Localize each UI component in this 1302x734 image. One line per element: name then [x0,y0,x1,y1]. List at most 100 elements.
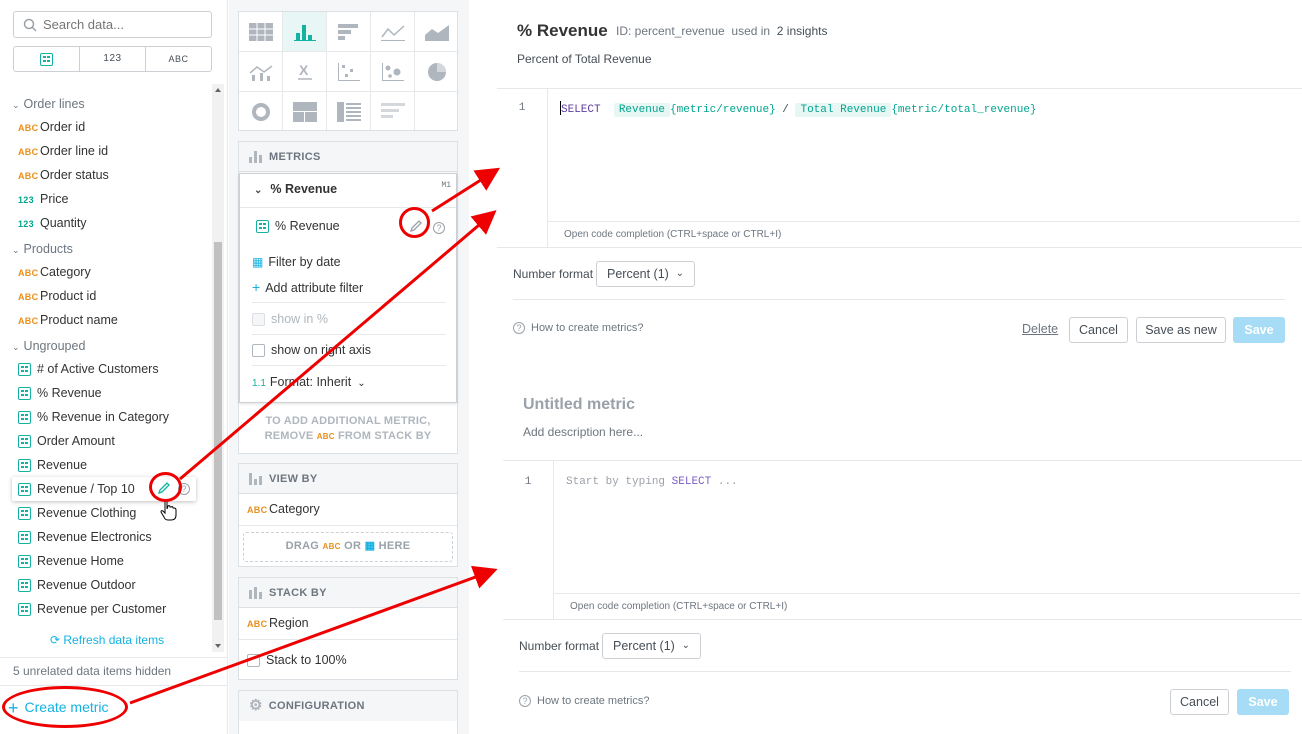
svg-text:X: X [299,63,309,78]
list-item[interactable]: Revenue / Top 10 [18,479,135,499]
view-by-icon [249,473,263,486]
metric-icon [18,459,31,473]
help-icon[interactable]: ? [433,222,445,234]
view-by-item[interactable]: ABC Category [247,502,320,516]
list-item[interactable]: ABC Category [18,262,91,282]
metric-icon [18,387,31,401]
scatter-chart-icon[interactable] [327,52,371,92]
filter-text-tab[interactable]: ABC [146,47,211,71]
filter-all-tab[interactable] [14,47,80,71]
group-products[interactable]: ⌄ Products [12,240,73,258]
fact-type-icon: 123 [18,195,34,205]
show-on-right-axis-checkbox[interactable]: show on right axis [252,343,371,358]
chevron-down-icon: ⌄ [675,268,684,279]
filter-numbers-tab[interactable]: 123 [80,47,146,71]
item-label: Order line id [40,144,109,158]
metric-title-input[interactable]: Untitled metric [523,396,635,414]
cancel-button[interactable]: Cancel [1069,317,1128,343]
metric-item[interactable]: % Revenue [256,219,340,234]
metric-title: % Revenue [517,21,608,40]
metric-icon [18,555,31,569]
headline-icon[interactable]: X [283,52,327,92]
scroll-up-arrow[interactable] [215,88,221,92]
scroll-thumb[interactable] [214,242,222,620]
refresh-data-items-link[interactable]: ⟳ Refresh data items [50,633,164,647]
metric-icon [18,603,31,617]
list-item[interactable]: Revenue per Customer [18,599,166,619]
item-label: Revenue Electronics [37,530,152,544]
show-in-percent-checkbox[interactable]: show in % [252,312,328,327]
chevron-down-icon: ⌄ [254,185,263,196]
format-dropdown[interactable]: 1.1 Format: Inherit ⌄ [252,375,366,389]
list-item[interactable]: Revenue [18,455,87,475]
list-item[interactable]: 123 Price [18,189,68,209]
help-link[interactable]: ? How to create metrics? [513,322,643,335]
save-as-new-button[interactable]: Save as new [1136,317,1226,343]
geo-list-icon[interactable] [371,92,415,132]
item-label: Quantity [40,216,87,230]
list-item[interactable]: ABC Product id [18,286,96,306]
list-item[interactable]: ABC Order line id [18,141,108,161]
treemap-chart-icon[interactable] [283,92,327,132]
list-item[interactable]: Order Amount [18,431,115,451]
bubble-chart-icon[interactable] [371,52,415,92]
add-attribute-filter-button[interactable]: + Add attribute filter [252,279,363,295]
delete-link[interactable]: Delete [1022,322,1058,336]
group-ungrouped[interactable]: ⌄ Ungrouped [12,337,85,355]
attribute-type-icon: ABC [18,147,39,157]
divider [513,299,1285,300]
metric-card-header[interactable]: ⌄% Revenue [254,182,337,196]
search-input[interactable] [43,15,203,34]
drop-zone[interactable]: DRAG ABC OR ▦ HERE [243,532,453,562]
number-format-dropdown[interactable]: Percent (1) ⌄ [602,633,701,659]
save-button[interactable]: Save [1233,317,1285,343]
area-chart-icon[interactable] [415,12,459,52]
list-item[interactable]: % Revenue in Category [18,407,169,427]
description-input[interactable]: Add description here... [523,425,643,439]
bar-chart-icon[interactable] [327,12,371,52]
pie-chart-icon[interactable] [415,52,459,92]
configuration-section[interactable]: ⚙ CONFIGURATION [238,690,458,734]
list-item[interactable]: # of Active Customers [18,359,159,379]
completion-hint: Open code completion (CTRL+space or CTRL… [564,229,782,240]
list-item[interactable]: Revenue Clothing [18,503,136,523]
item-label: Revenue Clothing [37,506,137,520]
configuration-header: ⚙ CONFIGURATION [239,691,457,721]
used-in-link[interactable]: 2 insights [777,24,828,38]
cancel-button[interactable]: Cancel [1170,689,1229,715]
list-item[interactable]: ABC Order id [18,117,85,137]
annotation-circle-edit-middle [399,207,430,238]
code-editor[interactable]: 1 SELECT Revenue {metric/revenue} / Total… [497,88,1302,248]
metric-description[interactable]: Percent of Total Revenue [517,52,652,66]
heatmap-chart-icon[interactable] [327,92,371,132]
number-format-dropdown[interactable]: Percent (1) ⌄ [596,261,695,287]
list-item[interactable]: % Revenue [18,383,102,403]
help-link[interactable]: ? How to create metrics? [519,695,649,708]
filter-by-date-button[interactable]: ▦ Filter by date [252,255,341,269]
group-order-lines[interactable]: ⌄ Order lines [12,95,85,113]
item-label: Price [40,192,69,206]
metric-tag: M1 [441,181,451,190]
stack-by-item[interactable]: ABC Region [247,616,309,630]
scroll-down-arrow[interactable] [215,644,221,648]
list-item[interactable]: Revenue Outdoor [18,575,136,595]
line-chart-icon[interactable] [371,12,415,52]
combo-chart-icon[interactable] [239,52,283,92]
list-item[interactable]: 123 Quantity [18,213,87,233]
donut-chart-icon[interactable] [239,92,283,132]
list-item[interactable]: Revenue Electronics [18,527,152,547]
list-item[interactable]: ABC Order status [18,165,109,185]
code-line[interactable]: SELECT Revenue {metric/revenue} / Total R… [560,101,1037,117]
save-button[interactable]: Save [1237,689,1289,715]
table-chart-icon[interactable] [239,12,283,52]
code-editor[interactable]: 1 Start by typing SELECT ... Open code c… [503,460,1302,620]
column-chart-icon[interactable] [283,12,327,52]
footer-divider [0,685,228,686]
search-box[interactable] [13,11,212,38]
calendar-icon: ▦ [364,540,376,552]
list-item[interactable]: Revenue Home [18,551,124,571]
card-divider [252,365,446,366]
list-item[interactable]: ABC Product name [18,310,118,330]
scrollbar[interactable] [212,84,224,652]
stack-to-100-checkbox[interactable]: Stack to 100% [247,653,347,668]
